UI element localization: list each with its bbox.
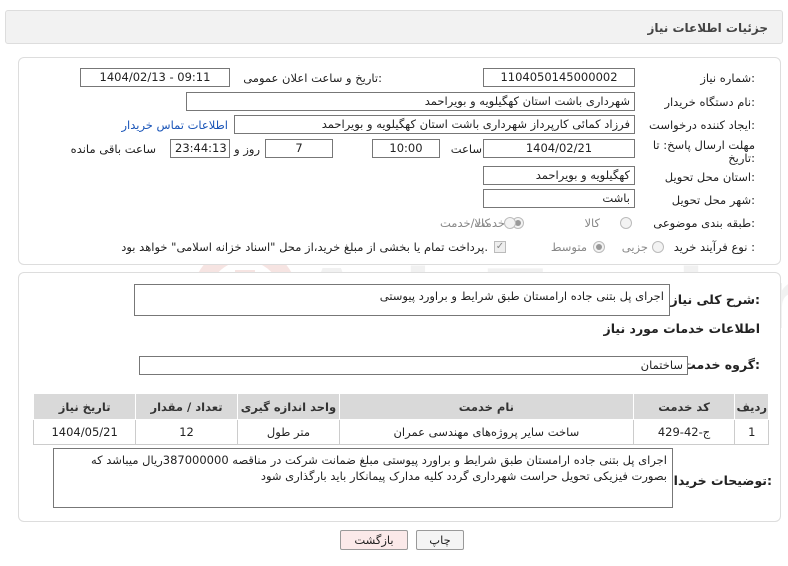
cell-unit: متر طول	[236, 419, 341, 445]
need-number-field: 1104050145000002	[483, 68, 635, 87]
cell-quantity: 12	[135, 419, 238, 445]
services-section-title: اطلاعات خدمات مورد نیاز	[603, 321, 761, 336]
need-number-label: شماره نیاز:	[700, 71, 755, 85]
description-textarea[interactable]: اجرای پل بتنی جاده ارامستان طبق شرایط و …	[134, 284, 670, 316]
service-group-field: ساختمان	[139, 356, 688, 375]
services-table: ردیف کد خدمت نام خدمت واحد اندازه گیری ت…	[32, 393, 769, 445]
col-service-code: کد خدمت	[632, 393, 736, 420]
col-service-name: نام خدمت	[339, 393, 634, 420]
col-row: ردیف	[734, 393, 769, 420]
deadline-date-label: تاریخ:	[728, 151, 755, 165]
buyer-contact-link[interactable]: اطلاعات تماس خریدار	[121, 118, 228, 132]
creator-label: ایجاد کننده درخواست:	[649, 118, 755, 132]
back-button[interactable]: بازگشت	[340, 530, 408, 550]
cell-need-date: 1404/05/21	[32, 419, 137, 445]
table-row: 1 ج-42-429 ساخت سایر پروژه‌های مهندسی عم…	[32, 419, 769, 445]
process-option-minor: جزیی	[621, 240, 648, 254]
category-option-goods: کالا	[584, 216, 600, 230]
remaining-time-label: ساعت باقی مانده	[70, 142, 156, 156]
process-label: نوع فرآیند خرید :	[673, 240, 755, 254]
buyer-org-label: نام دستگاه خریدار:	[664, 95, 755, 109]
city-label: شهر محل تحویل:	[671, 193, 755, 207]
col-unit: واحد اندازه گیری	[236, 393, 341, 420]
buyer-org-field: شهرداری باشت استان کهگیلویه و بویراحمد	[186, 92, 635, 111]
print-button[interactable]: چاپ	[416, 530, 464, 550]
process-radio-minor[interactable]	[652, 241, 664, 253]
description-label: شرح کلی نیاز:	[670, 292, 761, 307]
deadline-time-label: ساعت	[450, 142, 482, 156]
service-group-label: گروه خدمت:	[683, 357, 760, 372]
category-radio-goods[interactable]	[620, 217, 632, 229]
process-option-medium: متوسط	[550, 240, 587, 254]
deadline-date-field: 1404/02/21	[483, 139, 635, 158]
province-field: کهگیلویه و بویراحمد	[483, 166, 635, 185]
process-radio-medium[interactable]	[593, 241, 605, 253]
announce-datetime-label: تاریخ و ساعت اعلان عمومی:	[243, 71, 382, 85]
buyer-notes-label: توضیحات خریدار:	[666, 473, 772, 488]
remaining-time-field: 23:44:13	[170, 139, 230, 158]
category-label: طبقه بندی موضوعی:	[653, 216, 755, 230]
announce-datetime-field: 1404/02/13 - 09:11	[80, 68, 230, 87]
deadline-label: مهلت ارسال پاسخ: تا	[652, 138, 755, 152]
treasury-payment-note: پرداخت تمام یا بخشی از مبلغ خرید،از محل …	[121, 240, 488, 254]
page-title: جزئیات اطلاعات نیاز	[647, 21, 768, 35]
remaining-days-field: 7	[265, 139, 333, 158]
col-quantity: تعداد / مقدار	[135, 393, 238, 420]
days-label: روز و	[234, 142, 260, 156]
services-table-header: ردیف کد خدمت نام خدمت واحد اندازه گیری ت…	[32, 393, 769, 420]
buyer-notes-textarea[interactable]: اجرای پل بتنی جاده ارامستان طبق شرایط و …	[53, 448, 673, 508]
page-header: جزئیات اطلاعات نیاز	[5, 10, 783, 44]
cell-row: 1	[734, 419, 769, 445]
treasury-payment-checkbox[interactable]: ✓	[494, 241, 506, 253]
city-field: باشت	[483, 189, 635, 208]
category-radio-goods-service[interactable]	[504, 217, 516, 229]
creator-field: فرزاد کمائی کارپرداز شهرداری باشت استان …	[234, 115, 635, 134]
cell-service-name: ساخت سایر پروژه‌های مهندسی عمران	[339, 419, 634, 445]
deadline-time-field: 10:00	[372, 139, 440, 158]
need-info-panel	[18, 57, 781, 265]
cell-service-code: ج-42-429	[632, 419, 736, 445]
province-label: استان محل تحویل:	[664, 170, 755, 184]
category-option-goods-service: کالا/خدمت	[440, 216, 491, 230]
col-need-date: تاریخ نیاز	[32, 393, 137, 420]
